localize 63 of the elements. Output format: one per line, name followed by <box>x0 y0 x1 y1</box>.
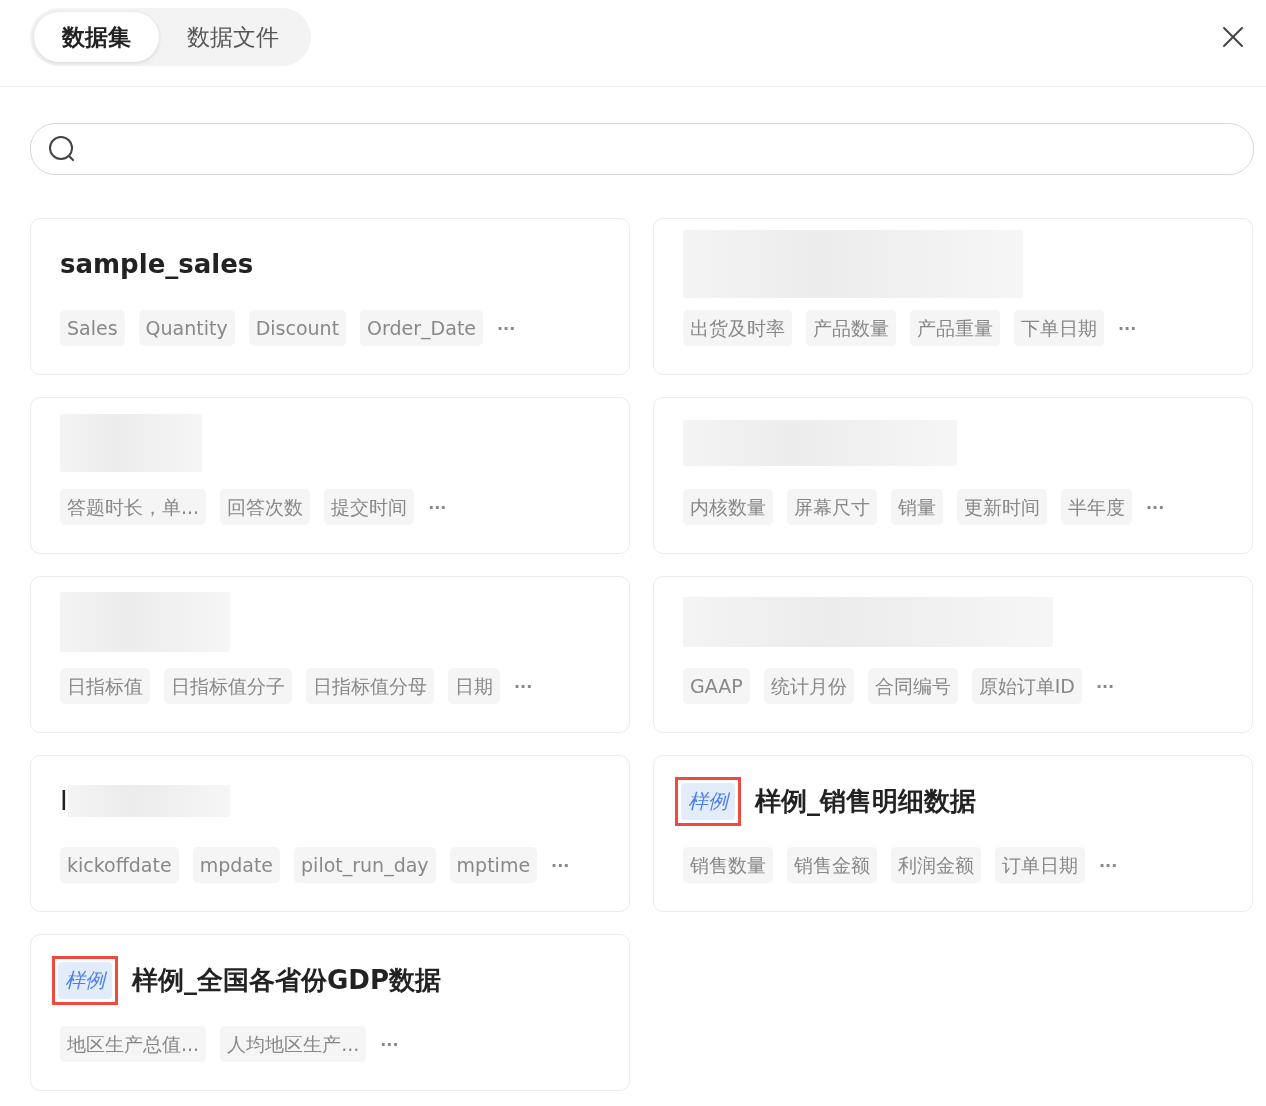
dataset-card[interactable]: I kickoffdate mpdate pilot_run_day mptime ··· <box>30 755 630 912</box>
field-tag: 订单日期 <box>995 847 1085 883</box>
field-tag: 原始订单ID <box>971 668 1082 704</box>
field-tag: Discount <box>248 310 347 346</box>
more-indicator: ··· <box>1118 318 1137 338</box>
more-indicator: ··· <box>428 497 447 517</box>
dataset-title: I <box>60 786 68 816</box>
field-tag: 出货及时率 <box>683 310 792 346</box>
tab[interactable]: 数据集 <box>34 12 159 62</box>
field-tag: Order_Date <box>360 310 484 346</box>
field-tag: 日指标值分子 <box>164 668 292 704</box>
field-tag: 人均地区生产... <box>220 1026 367 1062</box>
dataset-card[interactable]: 答题时长，单... 回答次数 提交时间 ··· <box>30 397 630 554</box>
search-icon <box>48 135 76 163</box>
field-tag: 日期 <box>448 668 500 704</box>
dataset-card[interactable]: 样例 样例_全国各省份GDP数据 地区生产总值... 人均地区生产... ··· <box>30 934 630 1091</box>
field-tag: 回答次数 <box>220 489 311 525</box>
more-indicator: ··· <box>514 676 533 696</box>
dataset-card[interactable]: 内核数量 屏幕尺寸 销量 更新时间 半年度 ··· <box>653 397 1253 554</box>
sample-tag: 样例 <box>58 961 112 999</box>
dataset-card[interactable]: GAAP 统计月份 合同编号 原始订单ID ··· <box>653 576 1253 733</box>
field-tag: mptime <box>449 847 538 883</box>
search-field[interactable] <box>30 123 1254 175</box>
close-icon[interactable] <box>1220 24 1246 50</box>
tab[interactable]: 数据文件 <box>159 12 307 62</box>
dataset-card[interactable]: sample_sales Sales Quantity Discount Order_Date ··· <box>30 218 630 375</box>
field-tag: mpdate <box>192 847 281 883</box>
field-tag: pilot_run_day <box>294 847 436 883</box>
more-indicator: ··· <box>1095 676 1115 696</box>
more-indicator: ··· <box>380 1034 399 1054</box>
dataset-card[interactable]: 日指标值 日指标值分子 日指标值分母 日期 ··· <box>30 576 630 733</box>
field-tag: 日指标值 <box>60 668 150 704</box>
dataset-title: sample_sales <box>60 249 254 279</box>
field-tag: 更新时间 <box>957 489 1047 525</box>
field-tag: 半年度 <box>1061 489 1132 525</box>
field-tag: 屏幕尺寸 <box>787 489 877 525</box>
field-tag: 地区生产总值... <box>60 1026 207 1062</box>
field-tag: 答题时长，单... <box>60 489 207 525</box>
more-indicator: ··· <box>1146 497 1165 517</box>
field-tag: Quantity <box>138 310 235 346</box>
field-tag: 内核数量 <box>683 489 773 525</box>
field-tag: 产品数量 <box>806 310 896 346</box>
field-tag: 销售数量 <box>683 847 773 883</box>
sample-tag: 样例 <box>681 782 735 820</box>
field-tag: 下单日期 <box>1014 310 1104 346</box>
more-indicator: ··· <box>497 318 516 338</box>
dataset-title: 样例_销售明细数据 <box>755 784 976 818</box>
dataset-title: 样例_全国各省份GDP数据 <box>132 963 441 997</box>
field-tag: 销售金额 <box>787 847 877 883</box>
field-tag: 提交时间 <box>324 489 415 525</box>
more-indicator: ··· <box>1099 855 1118 875</box>
field-tag: 日指标值分母 <box>306 668 434 704</box>
dataset-card[interactable]: 样例 样例_销售明细数据 销售数量 销售金额 利润金额 订单日期 ··· <box>653 755 1253 912</box>
field-tag: GAAP <box>683 668 750 704</box>
field-tag: 销量 <box>891 489 943 525</box>
field-tag: 合同编号 <box>867 668 958 704</box>
dataset-card[interactable]: 出货及时率 产品数量 产品重量 下单日期 ··· <box>653 218 1253 375</box>
field-tag: Sales <box>60 310 125 346</box>
field-tag: kickoffdate <box>60 847 179 883</box>
field-tag: 产品重量 <box>910 310 1000 346</box>
more-indicator: ··· <box>551 855 570 875</box>
field-tag: 统计月份 <box>763 668 854 704</box>
field-tag: 利润金额 <box>891 847 981 883</box>
